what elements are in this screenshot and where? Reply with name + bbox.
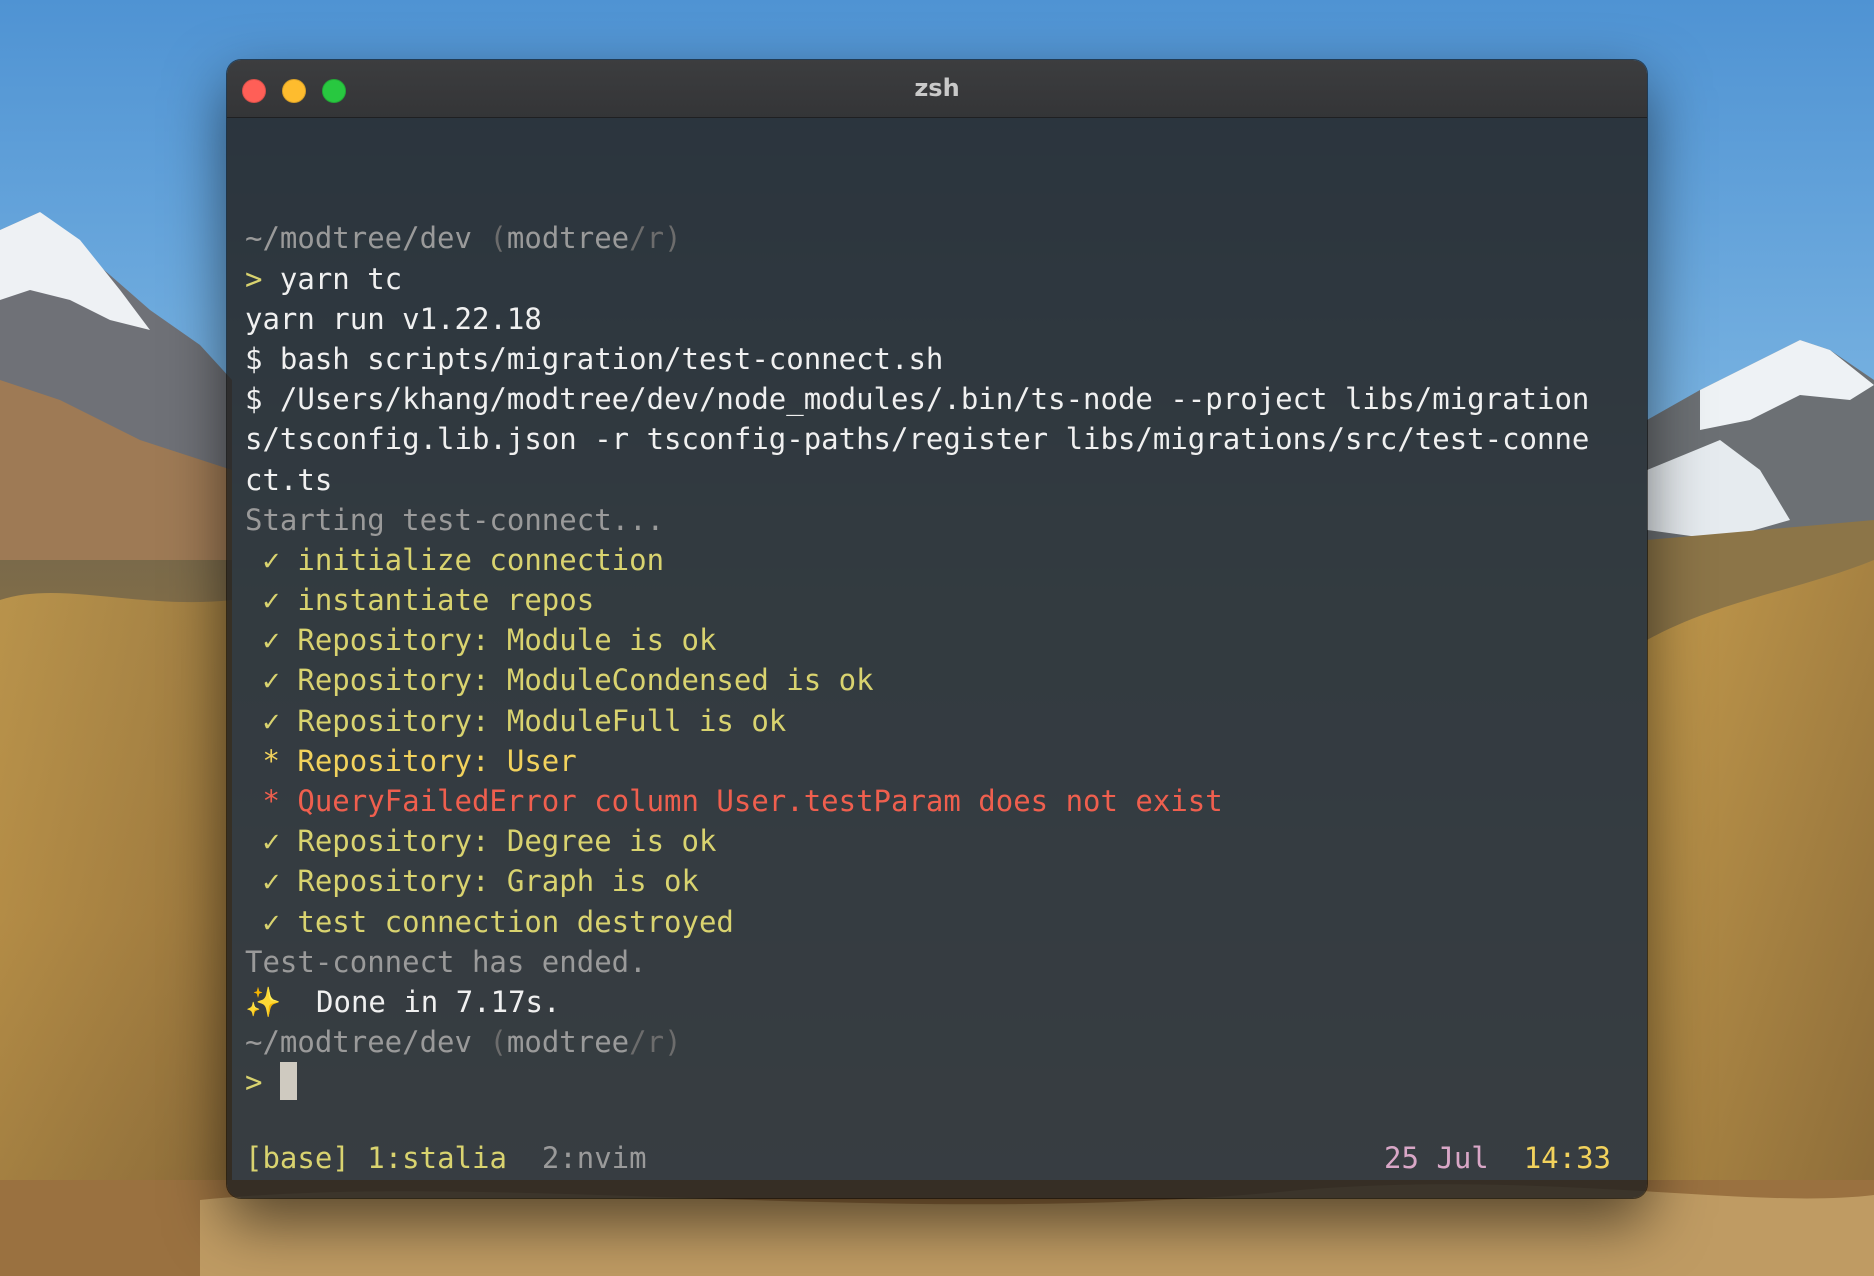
- terminal-line: > yarn tc: [245, 259, 1629, 299]
- terminal-text: modtree: [506, 221, 630, 256]
- text-cursor[interactable]: [279, 1062, 297, 1101]
- terminal-text: ✓ Repository: Graph is ok: [245, 864, 699, 899]
- terminal-line: ✓ test connection destroyed: [245, 902, 1629, 942]
- terminal-line: ✓ Repository: ModuleCondensed is ok: [245, 660, 1629, 700]
- terminal-text: modtree: [506, 1025, 630, 1060]
- terminal-text: Done in 7.17s.: [281, 984, 561, 1019]
- terminal-text: (: [471, 1025, 507, 1060]
- terminal-text: $ bash scripts/migration/test-connect.sh: [245, 341, 944, 376]
- terminal-text: yarn tc: [279, 261, 403, 296]
- terminal-lines: ~/modtree/dev (modtree/r) > yarn tc yarn r…: [245, 218, 1629, 1102]
- terminal-text: ✓ test connection destroyed: [245, 904, 734, 939]
- terminal-text: >: [245, 1065, 280, 1100]
- terminal-line: ct.ts: [245, 460, 1629, 500]
- terminal-line: >: [245, 1062, 1629, 1102]
- terminal-text: ✓ Repository: ModuleCondensed is ok: [245, 663, 874, 698]
- window-title: zsh: [914, 74, 960, 102]
- terminal-text: * QueryFailedError column User.testParam…: [245, 784, 1223, 819]
- terminal-text: * Repository: User: [245, 743, 577, 778]
- session-label: [base]: [245, 1141, 350, 1175]
- status-right: 25 Jul 14:33: [1384, 1138, 1611, 1178]
- terminal-output[interactable]: ~/modtree/dev (modtree/r) > yarn tc yarn r…: [227, 118, 1647, 1198]
- terminal-line: ✓ Repository: Graph is ok: [245, 861, 1629, 901]
- terminal-text: r: [646, 221, 665, 256]
- terminal-text: s/tsconfig.lib.json -r tsconfig-paths/re…: [245, 422, 1590, 457]
- terminal-text: ~/modtree/dev: [245, 221, 472, 256]
- terminal-line: ✓ initialize connection: [245, 540, 1629, 580]
- terminal-line: yarn run v1.22.18: [245, 299, 1629, 339]
- terminal-text: ): [664, 221, 682, 256]
- terminal-text: ✓ initialize connection: [245, 542, 665, 577]
- terminal-text: ✓ Repository: ModuleFull is ok: [245, 703, 787, 738]
- terminal-text: ✓ instantiate repos: [245, 583, 595, 618]
- terminal-line: s/tsconfig.lib.json -r tsconfig-paths/re…: [245, 419, 1629, 459]
- terminal-line: ✓ instantiate repos: [245, 580, 1629, 620]
- terminal-line: Test-connect has ended.: [245, 942, 1629, 982]
- terminal-line: * Repository: User: [245, 741, 1629, 781]
- status-time: 14:33: [1523, 1141, 1611, 1175]
- terminal-text: Starting test-connect...: [245, 502, 665, 537]
- terminal-window[interactable]: zsh ~/modtree/dev (modtree/r) > yarn tc ya…: [227, 60, 1647, 1198]
- terminal-line: * QueryFailedError column User.testParam…: [245, 781, 1629, 821]
- terminal-line: ~/modtree/dev (modtree/r): [245, 218, 1629, 258]
- terminal-text: ✨: [245, 984, 282, 1019]
- terminal-text: ~/modtree/dev: [245, 1025, 472, 1060]
- terminal-line: ✨ Done in 7.17s.: [245, 982, 1629, 1022]
- terminal-text: ct.ts: [245, 462, 333, 497]
- terminal-line: ✓ Repository: Module is ok: [245, 620, 1629, 660]
- terminal-text: (: [471, 221, 507, 256]
- terminal-text: $ /Users/khang/modtree/dev/node_modules/…: [245, 382, 1590, 417]
- terminal-text: ✓ Repository: Module is ok: [245, 623, 717, 658]
- terminal-text: /: [629, 1025, 647, 1060]
- terminal-line: ✓ Repository: Degree is ok: [245, 821, 1629, 861]
- terminal-text: r: [646, 1025, 665, 1060]
- terminal-text: yarn run v1.22.18: [245, 301, 542, 336]
- tmux-window-other[interactable]: 2:nvim: [542, 1141, 647, 1175]
- terminal-line: $ bash scripts/migration/test-connect.sh: [245, 339, 1629, 379]
- tmux-window-active[interactable]: 1:stalia: [367, 1141, 507, 1175]
- terminal-text: ): [664, 1025, 682, 1060]
- status-date: 25 Jul: [1384, 1141, 1489, 1175]
- status-left: [base] 1:stalia 2:nvim: [245, 1138, 647, 1178]
- terminal-text: ✓ Repository: Degree is ok: [245, 824, 717, 859]
- terminal-text: /: [629, 221, 647, 256]
- terminal-line: $ /Users/khang/modtree/dev/node_modules/…: [245, 379, 1629, 419]
- title-bar[interactable]: zsh: [227, 60, 1647, 118]
- terminal-text: Test-connect has ended.: [245, 944, 647, 979]
- terminal-line: Starting test-connect...: [245, 500, 1629, 540]
- terminal-line: ~/modtree/dev (modtree/r): [245, 1022, 1629, 1062]
- tmux-status-bar: [base] 1:stalia 2:nvim 25 Jul 14:33: [245, 1138, 1611, 1178]
- terminal-text: >: [245, 261, 280, 296]
- terminal-line: ✓ Repository: ModuleFull is ok: [245, 701, 1629, 741]
